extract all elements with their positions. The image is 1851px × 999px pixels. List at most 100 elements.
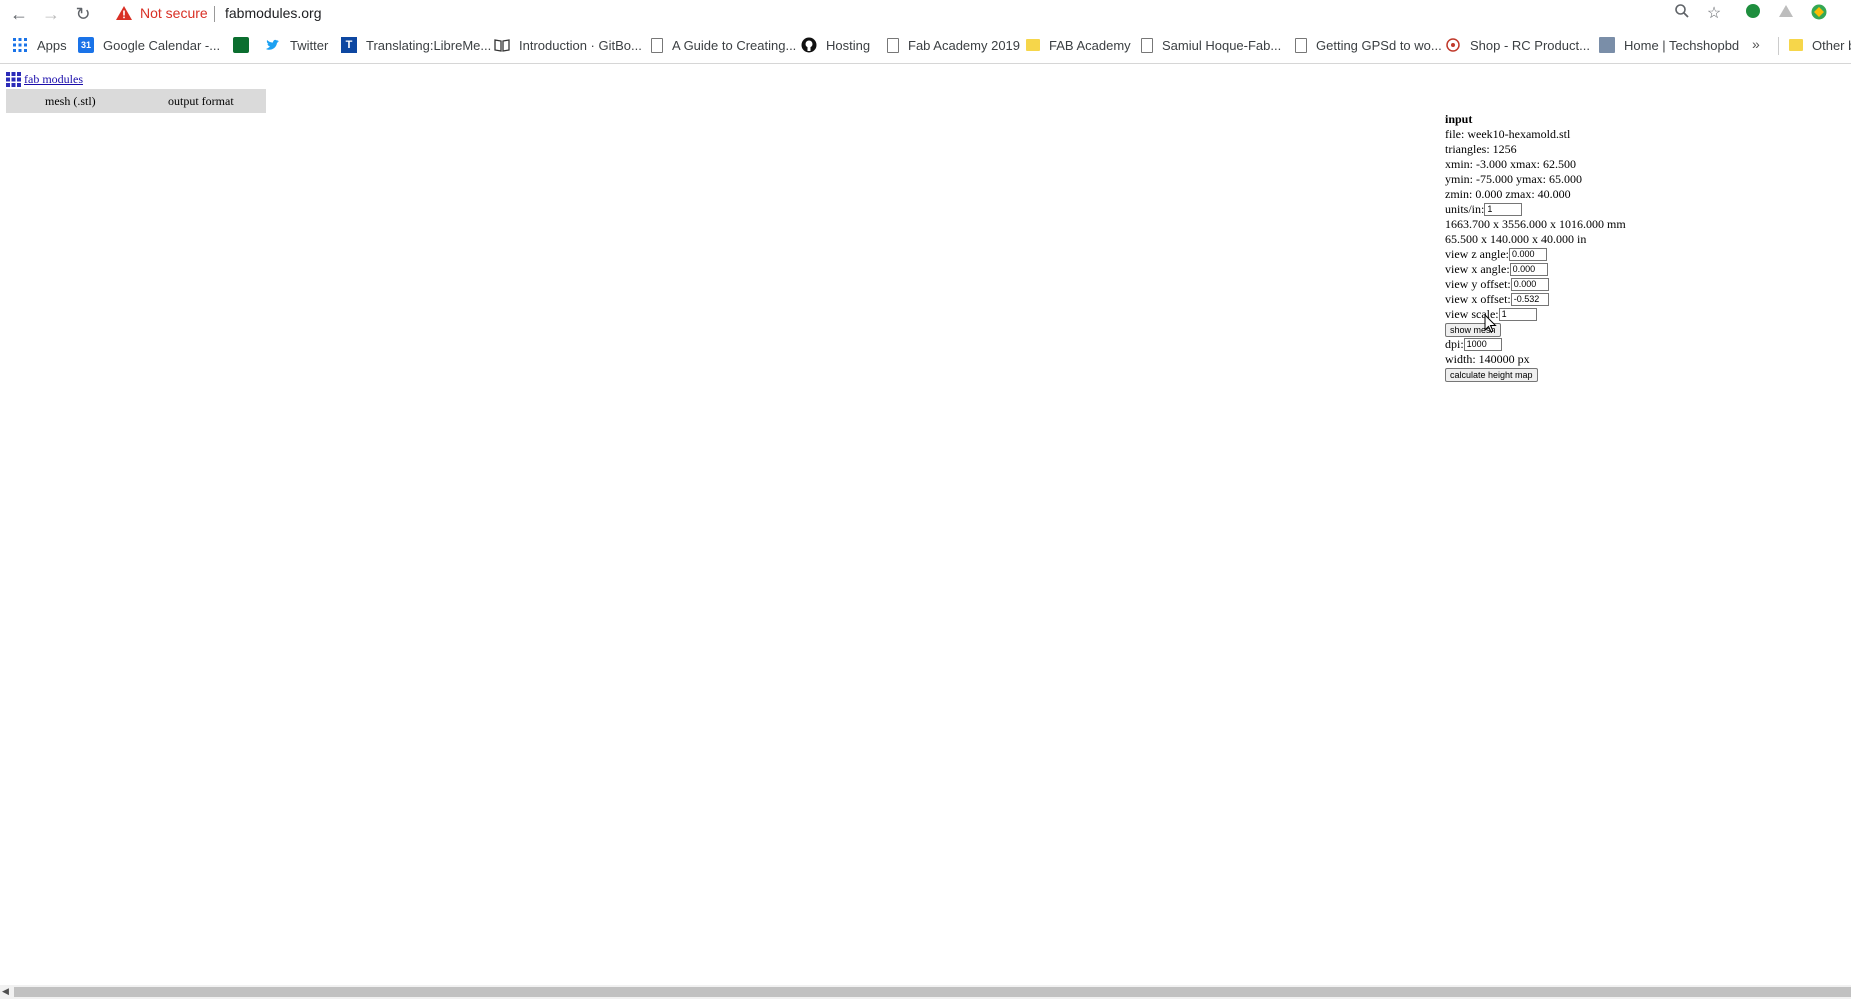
view-scale-input[interactable]: 1 xyxy=(1498,308,1537,321)
view-z-angle-input[interactable]: 0.000 xyxy=(1508,248,1547,261)
bookmark-label: Introduction · GitBo... xyxy=(519,37,642,53)
page-icon xyxy=(1295,37,1307,53)
bookmark-google-calendar[interactable]: 31 Google Calendar -... xyxy=(78,36,220,54)
horizontal-scrollbar[interactable]: ◀ xyxy=(0,985,1851,999)
mouse-cursor-icon xyxy=(1484,314,1497,333)
view-x-offset-label: view x offset: xyxy=(1445,292,1511,306)
bookmark-label: Google Calendar -... xyxy=(103,37,221,53)
calendar-badge: 31 xyxy=(80,40,91,50)
page-icon xyxy=(1141,37,1153,53)
module-menu: mesh (.stl) output format xyxy=(6,89,266,113)
dpi-input[interactable]: 1000 xyxy=(1463,338,1502,351)
translate-icon: T xyxy=(341,37,357,53)
fab-modules-link[interactable]: fab modules xyxy=(24,72,83,87)
calendar-icon: 31 xyxy=(78,37,94,53)
extension-globe-icon[interactable] xyxy=(1808,3,1830,25)
bookmark-label: Samiul Hoque-Fab... xyxy=(1162,37,1282,53)
bookmark-twitter[interactable]: Twitter xyxy=(265,36,328,54)
star-icon[interactable]: ☆ xyxy=(1703,3,1725,25)
page-content: fab modules mesh (.stl) output format in… xyxy=(0,64,1851,984)
page-icon xyxy=(887,37,899,53)
bookmark-label: Translating:LibreMe... xyxy=(366,37,492,53)
units-row: units/in: 1 xyxy=(1445,202,1705,217)
security-status[interactable]: Not secure xyxy=(140,5,208,21)
panel-title: input xyxy=(1445,112,1473,126)
techshop-icon xyxy=(1599,37,1615,53)
forward-arrow-icon[interactable]: → xyxy=(40,3,62,25)
zoom-icon[interactable] xyxy=(1671,3,1693,25)
bookmark-hosting[interactable]: Hosting xyxy=(801,36,870,54)
bookmark-samiul-hoque[interactable]: Samiul Hoque-Fab... xyxy=(1138,36,1281,54)
view-y-offset-label: view y offset: xyxy=(1445,277,1511,291)
units-label: units/in: xyxy=(1445,202,1485,216)
view-x-angle-row: view x angle: 0.000 xyxy=(1445,262,1705,277)
github-icon xyxy=(801,37,817,53)
calculate-height-map-button[interactable]: calculate height map xyxy=(1445,368,1538,382)
dpi-row: dpi: 1000 xyxy=(1445,337,1705,352)
width-px: width: 140000 px xyxy=(1445,352,1530,366)
view-x-offset-row: view x offset: -0.532 xyxy=(1445,292,1705,307)
bookmarks-separator xyxy=(1778,37,1779,55)
bookmark-green-app[interactable] xyxy=(233,36,258,54)
bookmark-fab-academy-2019[interactable]: Fab Academy 2019 xyxy=(884,36,1020,54)
bookmark-translating[interactable]: T Translating:LibreMe... xyxy=(341,36,491,54)
view-x-angle-input[interactable]: 0.000 xyxy=(1509,263,1548,276)
x-range: xmin: -3.000 xmax: 62.500 xyxy=(1445,157,1576,171)
bookmark-label: Getting GPSd to wo... xyxy=(1316,37,1442,53)
bookmark-label: Shop - RC Product... xyxy=(1470,37,1590,53)
folder-icon xyxy=(1026,39,1040,51)
triangle-count: triangles: 1256 xyxy=(1445,142,1517,156)
dimensions-mm: 1663.700 x 3556.000 x 1016.000 mm xyxy=(1445,217,1626,231)
book-icon xyxy=(494,37,510,53)
bookmark-label: FAB Academy xyxy=(1049,37,1131,53)
bookmark-label: Other b xyxy=(1812,37,1851,53)
bookmark-techshopbd[interactable]: Home | Techshopbd xyxy=(1599,36,1739,54)
input-panel: input file: week10-hexamold.stl triangle… xyxy=(1445,112,1705,382)
reload-icon[interactable]: ↻ xyxy=(72,3,94,25)
more-bookmarks-button[interactable]: » xyxy=(1752,36,1760,52)
bookmark-label: Twitter xyxy=(290,37,329,53)
view-x-offset-input[interactable]: -0.532 xyxy=(1510,293,1549,306)
folder-icon xyxy=(1789,39,1803,51)
apps-grid-icon xyxy=(12,37,28,53)
page-icon xyxy=(651,37,663,53)
calculate-row: calculate height map xyxy=(1445,367,1705,382)
z-range: zmin: 0.000 zmax: 40.000 xyxy=(1445,187,1571,201)
bookmark-label: Home | Techshopbd xyxy=(1624,37,1740,53)
bookmark-getting-gpsd[interactable]: Getting GPSd to wo... xyxy=(1292,36,1442,54)
bookmarks-bar: Apps 31 Google Calendar -... Twitter T T… xyxy=(0,27,1851,64)
dimensions-in: 65.500 x 140.000 x 40.000 in xyxy=(1445,232,1587,246)
back-arrow-icon[interactable]: ← xyxy=(8,3,30,25)
address-bar[interactable]: fabmodules.org xyxy=(225,5,322,21)
shop-icon xyxy=(1445,37,1461,53)
y-range: ymin: -75.000 ymax: 65.000 xyxy=(1445,172,1582,186)
bookmark-guide[interactable]: A Guide to Creating... xyxy=(648,36,796,54)
scroll-left-arrow-icon[interactable]: ◀ xyxy=(2,986,9,997)
view-z-angle-label: view z angle: xyxy=(1445,247,1509,261)
scrollbar-thumb[interactable] xyxy=(14,987,1851,997)
bookmark-other[interactable]: Other b xyxy=(1789,36,1851,54)
warning-icon xyxy=(116,6,132,20)
dpi-label: dpi: xyxy=(1445,337,1464,351)
extension-green-icon[interactable] xyxy=(1742,3,1764,25)
units-input[interactable]: 1 xyxy=(1484,203,1523,216)
bookmark-fab-academy[interactable]: FAB Academy xyxy=(1026,36,1131,54)
view-x-angle-label: view x angle: xyxy=(1445,262,1510,276)
bookmark-gitbook[interactable]: Introduction · GitBo... xyxy=(494,36,642,54)
view-y-offset-input[interactable]: 0.000 xyxy=(1510,278,1549,291)
browser-toolbar: ← → ↻ Not secure fabmodules.org ☆ xyxy=(0,0,1851,27)
fab-modules-logo-icon xyxy=(6,72,21,87)
bookmark-label: A Guide to Creating... xyxy=(672,37,797,53)
bookmark-label: Apps xyxy=(37,37,67,53)
extension-drive-icon[interactable] xyxy=(1775,3,1797,25)
view-z-angle-row: view z angle: 0.000 xyxy=(1445,247,1705,262)
twitter-icon xyxy=(265,37,281,53)
mesh-input-menu[interactable]: mesh (.stl) xyxy=(45,94,96,109)
bookmark-label: Hosting xyxy=(826,37,871,53)
view-y-offset-row: view y offset: 0.000 xyxy=(1445,277,1705,292)
bookmark-label: Fab Academy 2019 xyxy=(908,37,1021,53)
green-app-icon xyxy=(233,37,249,53)
bookmark-shop-rc[interactable]: Shop - RC Product... xyxy=(1445,36,1590,54)
output-format-menu[interactable]: output format xyxy=(168,94,234,109)
bookmark-apps[interactable]: Apps xyxy=(12,36,67,54)
